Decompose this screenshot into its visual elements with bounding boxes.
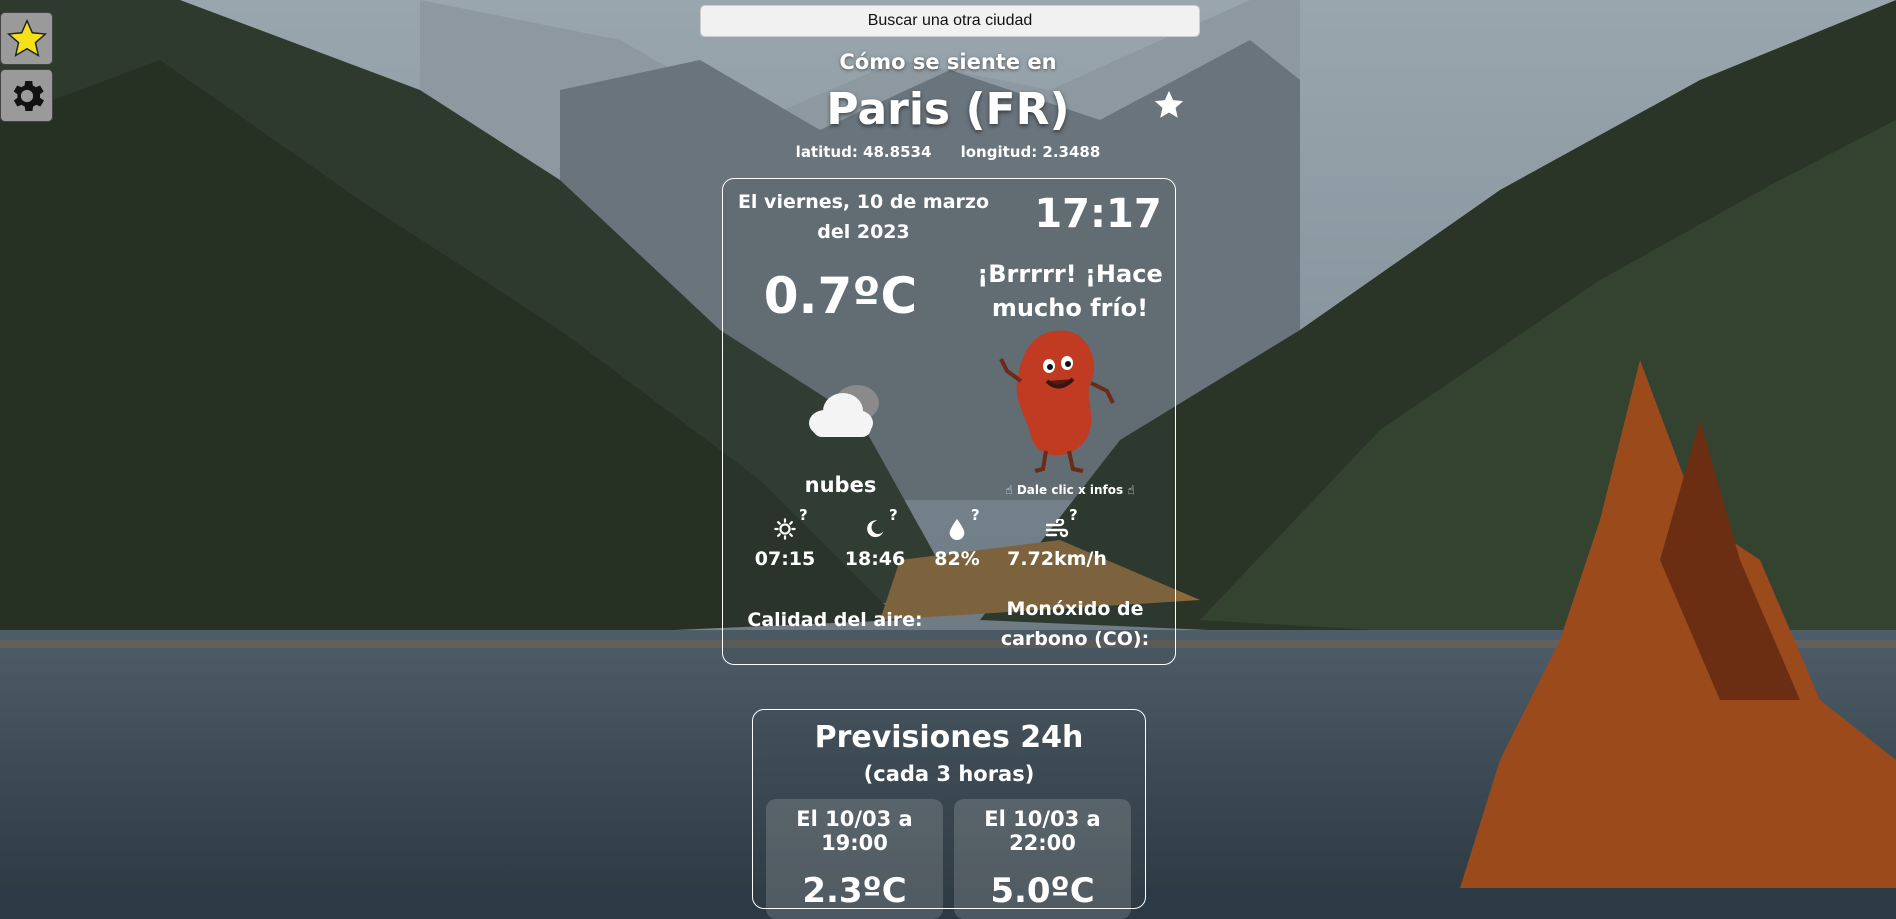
forecast-title: Previsiones 24h (814, 720, 1084, 755)
forecast-item: El 10/03 a 19:00 2.3ºC (766, 799, 943, 919)
moon-icon (867, 520, 884, 538)
cloud-icon (795, 373, 890, 447)
page-subtitle: Cómo se siente en (839, 50, 1057, 74)
humidity-stat[interactable]: ? 82% (907, 506, 1007, 570)
help-mark: ? (889, 506, 898, 524)
humidity-value: 82% (934, 548, 980, 570)
help-mark: ? (799, 506, 808, 524)
forecast-subtitle: (cada 3 horas) (863, 762, 1035, 786)
forecast-temperature: 5.0ºC (990, 871, 1095, 911)
help-mark: ? (1069, 506, 1078, 524)
sun-icon (774, 518, 796, 540)
sunrise-value: 07:15 (754, 548, 816, 570)
weather-description: nubes (804, 473, 877, 497)
star-icon (1154, 90, 1184, 118)
forecast-panel: Previsiones 24h (cada 3 horas) El 10/03 … (752, 709, 1146, 919)
help-mark: ? (971, 506, 980, 524)
wind-stat[interactable]: ? 7.72km/h (997, 506, 1117, 570)
info-hint: ☝ Dale clic x infos ☝ (1005, 483, 1135, 497)
forecast-time: El 10/03 a 22:00 (984, 807, 1101, 855)
air-quality-label: Calidad del aire: (747, 609, 923, 631)
mascot-bean[interactable] (991, 321, 1121, 485)
wind-icon (1045, 519, 1069, 538)
latitude: latitud: 48.8534 (795, 143, 932, 161)
current-weather-card: El viernes, 10 de marzo del 2023 17:17 0… (722, 178, 1176, 665)
carbon-monoxide-label: Monóxido de carbono (CO): (1000, 598, 1150, 650)
current-date: El viernes, 10 de marzo del 2023 (737, 191, 990, 243)
forecast-time: El 10/03 a 19:00 (796, 807, 913, 855)
coordinates: latitud: 48.8534 longitud: 2.3488 (0, 143, 1896, 161)
search-input[interactable] (700, 5, 1200, 37)
forecast-item: El 10/03 a 22:00 5.0ºC (954, 799, 1131, 919)
city-title: Paris (FR) (826, 84, 1070, 135)
current-time: 17:17 (1034, 191, 1162, 237)
mascot-message: ¡Brrrrr! ¡Hace mucho frío! (977, 260, 1163, 322)
longitude: longitud: 2.3488 (960, 143, 1101, 161)
sunrise-stat[interactable]: ? 07:15 (735, 506, 835, 570)
forecast-temperature: 2.3ºC (802, 871, 907, 911)
add-favorite-button[interactable] (1152, 88, 1186, 126)
wind-value: 7.72km/h (1007, 548, 1107, 570)
drop-icon (949, 518, 965, 540)
current-temperature: 0.7ºC (763, 267, 918, 325)
